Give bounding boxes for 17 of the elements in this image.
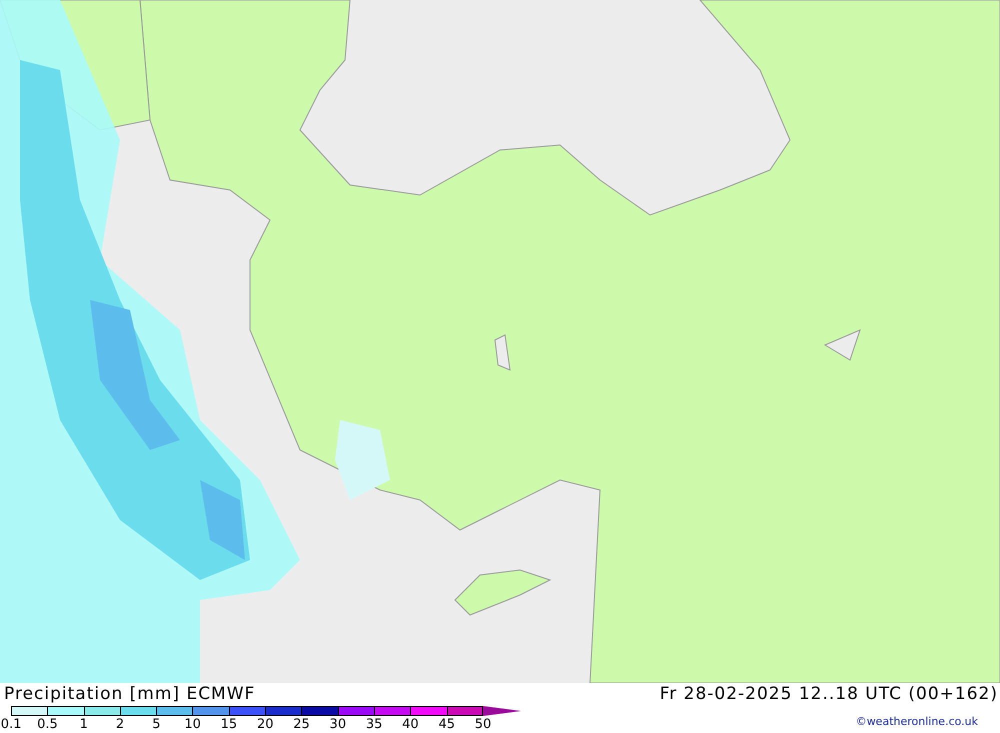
legend-tick-label: 0.1 xyxy=(0,717,22,732)
valid-time: Fr 28-02-2025 12..18 UTC (00+162) xyxy=(660,683,998,705)
legend-tick-label: 30 xyxy=(328,717,348,732)
legend-tick-label: 0.5 xyxy=(36,717,59,732)
legend-tick-label: 10 xyxy=(183,717,202,732)
credit-text: ©weatheronline.co.uk xyxy=(856,715,978,728)
legend-tick-label: 25 xyxy=(292,717,311,732)
legend-tick-label: 5 xyxy=(151,717,162,732)
legend-tick-label: 1 xyxy=(78,717,89,732)
legend-tick-label: 2 xyxy=(114,717,126,732)
legend-tick-label: 15 xyxy=(220,717,238,732)
legend-tick-label: 50 xyxy=(474,717,492,732)
legend-tick-label: 35 xyxy=(364,717,384,732)
legend-tick-label: 40 xyxy=(401,717,420,732)
legend-tick-label: 20 xyxy=(256,717,274,732)
map-title: Precipitation [mm] ECMWF xyxy=(4,683,256,705)
legend-tick-label: 45 xyxy=(437,717,456,732)
